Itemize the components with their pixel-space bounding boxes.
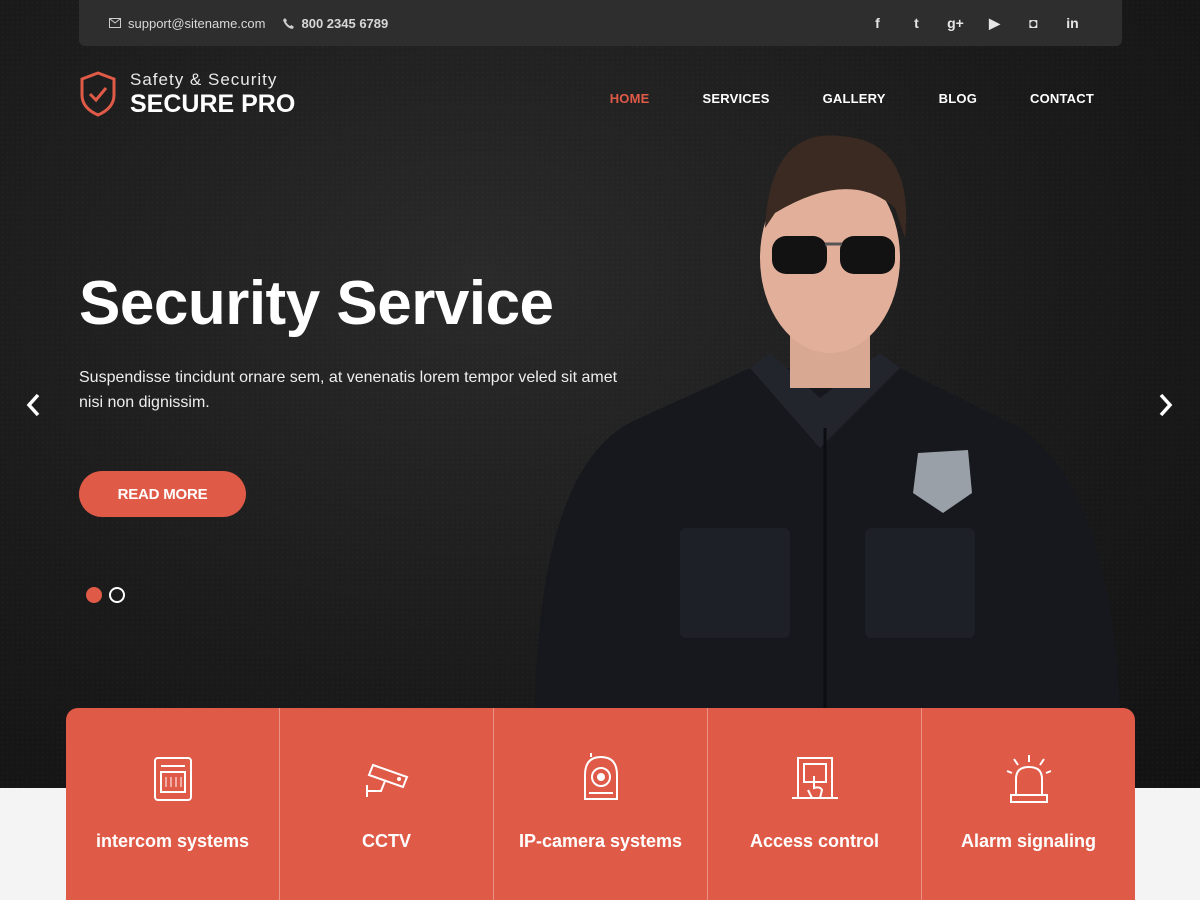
chevron-left-icon[interactable] — [24, 392, 42, 418]
cctv-camera-icon — [365, 763, 408, 797]
feature-access-control[interactable]: Access control — [708, 708, 922, 900]
nav-home[interactable]: HOME — [610, 91, 650, 106]
instagram-icon[interactable]: ◘ — [1014, 15, 1053, 32]
main-nav: HOME SERVICES GALLERY BLOG CONTACT — [557, 91, 1094, 106]
hero-title: Security Service — [79, 269, 554, 338]
feature-intercom[interactable]: intercom systems — [66, 708, 280, 900]
envelope-icon — [109, 18, 121, 28]
nav-services[interactable]: SERVICES — [703, 91, 770, 106]
top-bar: support@sitename.com 800 2345 6789 f t g… — [79, 0, 1122, 46]
nav-contact[interactable]: CONTACT — [1030, 91, 1094, 106]
slider-dot-1[interactable] — [86, 587, 102, 603]
slider-dot-2[interactable] — [109, 587, 125, 603]
phone-icon — [283, 17, 295, 29]
google-plus-icon[interactable]: g+ — [936, 15, 975, 32]
youtube-icon[interactable]: ▶ — [975, 15, 1014, 32]
features-bar: intercom systems CCTV IP-camera systems … — [66, 708, 1135, 900]
feature-cctv[interactable]: CCTV — [280, 708, 494, 900]
intercom-icon — [153, 757, 192, 801]
logo-name: SECURE PRO — [130, 90, 296, 118]
shield-check-icon — [80, 71, 116, 117]
security-guard-image — [535, 135, 1120, 708]
facebook-icon[interactable]: f — [858, 15, 897, 32]
slider-dots — [86, 587, 132, 603]
read-more-button[interactable]: READ MORE — [79, 471, 246, 517]
chevron-right-icon[interactable] — [1157, 392, 1175, 418]
nav-blog[interactable]: BLOG — [939, 91, 977, 106]
nav-gallery[interactable]: GALLERY — [823, 91, 886, 106]
alarm-siren-icon — [1006, 755, 1051, 803]
social-links: f t g+ ▶ ◘ in — [858, 15, 1092, 32]
twitter-icon[interactable]: t — [897, 15, 936, 32]
feature-ip-camera[interactable]: IP-camera systems — [494, 708, 708, 900]
site-logo[interactable]: Safety & Security SECURE PRO — [79, 70, 295, 118]
contact-phone[interactable]: 800 2345 6789 — [283, 16, 388, 31]
access-control-icon — [791, 757, 838, 799]
logo-tagline: Safety & Security — [130, 70, 278, 89]
contact-email[interactable]: support@sitename.com — [109, 16, 265, 31]
ip-camera-icon — [583, 753, 618, 800]
hero-subtitle: Suspendisse tincidunt ornare sem, at ven… — [79, 369, 618, 411]
hero-slider: support@sitename.com 800 2345 6789 f t g… — [0, 0, 1200, 788]
linkedin-icon[interactable]: in — [1053, 15, 1092, 32]
feature-alarm[interactable]: Alarm signaling — [922, 708, 1135, 900]
